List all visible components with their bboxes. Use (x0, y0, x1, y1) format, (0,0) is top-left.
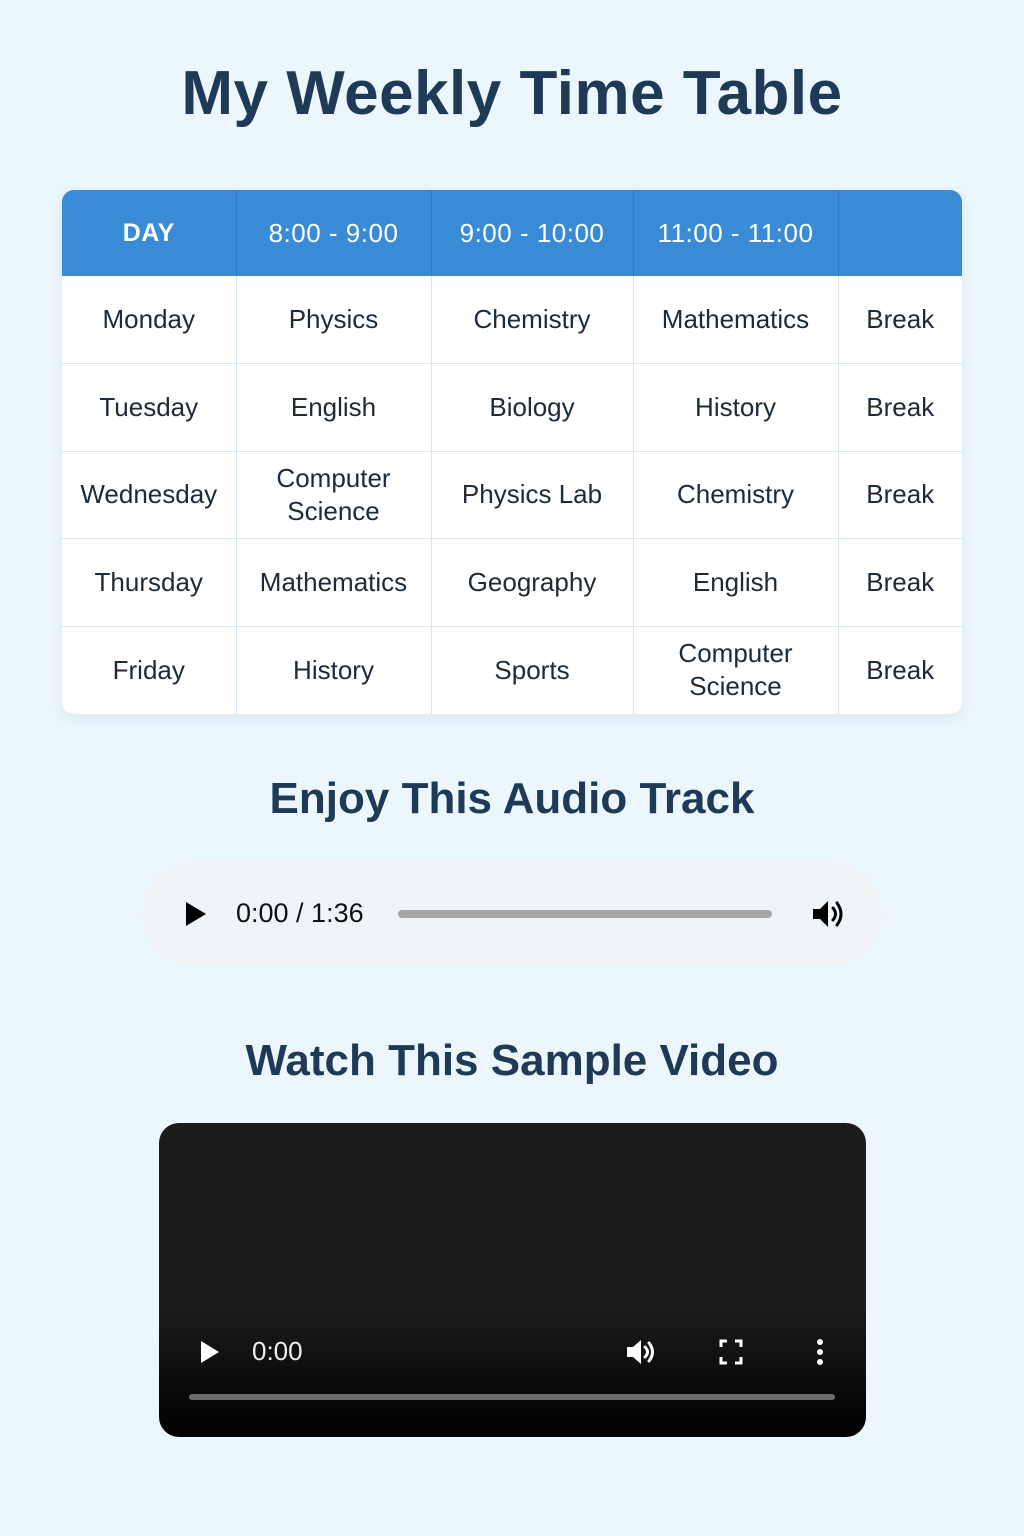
subject-cell: Computer Science (236, 450, 432, 539)
subject-cell: Physics Lab (431, 450, 634, 539)
subject-cell: Mathematics (236, 538, 432, 627)
subject-cell: History (236, 625, 432, 714)
play-icon[interactable] (184, 900, 208, 928)
audio-progress-slider[interactable] (398, 910, 772, 918)
day-cell: Tuesday (62, 363, 237, 452)
break-cell: Break (838, 363, 962, 452)
table-row: Monday Physics Chemistry Mathematics Bre… (62, 276, 962, 364)
video-section-title: Watch This Sample Video (245, 1036, 779, 1085)
table-row: Friday History Sports Computer Science B… (62, 625, 962, 714)
break-cell: Break (838, 625, 962, 714)
subject-cell: Geography (431, 538, 634, 627)
subject-cell: History (633, 363, 839, 452)
header-cell-slot-4 (838, 190, 962, 276)
header-row: DAY 8:00 - 9:00 9:00 - 10:00 11:00 - 11:… (62, 190, 962, 276)
break-cell: Break (838, 450, 962, 539)
play-icon[interactable] (199, 1339, 221, 1365)
page-title: My Weekly Time Table (181, 59, 843, 128)
subject-cell: Physics (236, 276, 432, 364)
timetable-header: DAY 8:00 - 9:00 9:00 - 10:00 11:00 - 11:… (62, 190, 962, 276)
timetable-grid: DAY 8:00 - 9:00 9:00 - 10:00 11:00 - 11:… (62, 190, 962, 714)
subject-cell: English (633, 538, 839, 627)
table-row: Thursday Mathematics Geography English B… (62, 538, 962, 627)
video-player[interactable]: 0:00 (159, 1123, 866, 1437)
day-cell: Monday (62, 276, 237, 364)
table-row: Wednesday Computer Science Physics Lab C… (62, 450, 962, 539)
header-cell-slot-3: 11:00 - 11:00 (633, 190, 839, 276)
header-cell-day: DAY (62, 190, 237, 276)
break-cell: Break (838, 538, 962, 627)
subject-cell: Mathematics (633, 276, 839, 364)
break-cell: Break (866, 304, 935, 335)
subject-cell: Chemistry (633, 450, 839, 539)
day-cell: Thursday (62, 538, 237, 627)
subject-cell: English (236, 363, 432, 452)
timetable: DAY 8:00 - 9:00 9:00 - 10:00 11:00 - 11:… (62, 190, 962, 714)
volume-icon[interactable] (625, 1337, 659, 1367)
timetable-body: Monday Physics Chemistry Mathematics Bre… (62, 276, 962, 714)
page: My Weekly Time Table DAY 8:00 - 9:00 9:0… (0, 0, 1024, 1536)
volume-icon[interactable] (810, 896, 846, 932)
video-progress-slider[interactable] (189, 1394, 835, 1400)
table-row: Tuesday English Biology History Break (62, 363, 962, 452)
day-cell: Wednesday (62, 450, 237, 539)
audio-player: 0:00 / 1:36 (142, 862, 882, 966)
audio-time-display: 0:00 / 1:36 (236, 898, 364, 928)
audio-section-title: Enjoy This Audio Track (269, 774, 755, 823)
subject-cell: Biology (431, 363, 634, 452)
subject-cell: Computer Science (633, 625, 839, 714)
day-cell: Friday (62, 625, 237, 714)
subject-cell: Chemistry (431, 276, 634, 364)
header-cell-slot-2: 9:00 - 10:00 (431, 190, 634, 276)
subject-cell: Sports (431, 625, 634, 714)
header-cell-slot-1: 8:00 - 9:00 (236, 190, 432, 276)
more-options-icon[interactable] (809, 1337, 831, 1367)
video-time-display: 0:00 (252, 1336, 303, 1366)
fullscreen-icon[interactable] (719, 1339, 743, 1365)
